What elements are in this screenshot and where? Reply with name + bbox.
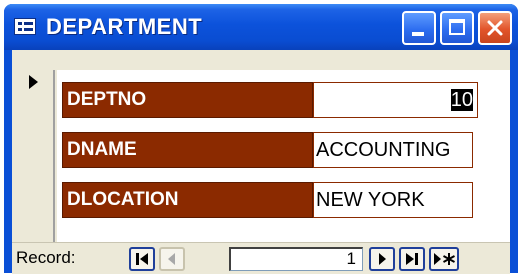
dlocation-label: DLOCATION xyxy=(62,182,313,218)
first-record-button[interactable] xyxy=(129,247,155,271)
next-record-icon xyxy=(379,253,386,265)
last-record-button[interactable] xyxy=(399,247,425,271)
minimize-button[interactable] xyxy=(402,11,436,45)
record-navigation-bar: Record: 1 xyxy=(12,242,510,274)
form-icon[interactable] xyxy=(14,18,36,35)
deptno-label: DEPTNO xyxy=(62,82,313,118)
dname-field[interactable]: ACCOUNTING xyxy=(313,132,473,168)
previous-record-button[interactable] xyxy=(159,247,185,271)
deptno-field[interactable]: 10 xyxy=(313,82,478,118)
record-label: Record: xyxy=(16,248,76,267)
current-record-input[interactable]: 1 xyxy=(229,247,363,271)
maximize-icon xyxy=(449,19,465,35)
new-record-icon xyxy=(434,253,455,265)
form-detail-section: DEPTNO 10 DNAME ACCOUNTING DLOCATION NEW… xyxy=(57,70,510,242)
record-selector[interactable] xyxy=(12,70,55,242)
first-record-icon xyxy=(136,253,148,265)
dlocation-field[interactable]: NEW YORK xyxy=(313,182,473,218)
close-icon xyxy=(487,20,503,36)
next-record-button[interactable] xyxy=(369,247,395,271)
form-window: DEPARTMENT DEPTNO 10 DNAME ACCOUNTING DL… xyxy=(4,4,518,274)
deptno-value: 10 xyxy=(450,89,473,111)
minimize-icon xyxy=(412,32,424,36)
title-bar[interactable]: DEPARTMENT xyxy=(4,4,518,50)
close-button[interactable] xyxy=(478,11,512,45)
new-record-button[interactable] xyxy=(429,247,459,271)
last-record-icon xyxy=(406,253,418,265)
dname-label: DNAME xyxy=(62,132,313,168)
form-client-area: DEPTNO 10 DNAME ACCOUNTING DLOCATION NEW… xyxy=(12,50,510,274)
window-title: DEPARTMENT xyxy=(46,14,203,39)
previous-record-icon xyxy=(168,253,175,265)
maximize-button[interactable] xyxy=(440,11,474,45)
current-record-icon xyxy=(29,75,38,89)
